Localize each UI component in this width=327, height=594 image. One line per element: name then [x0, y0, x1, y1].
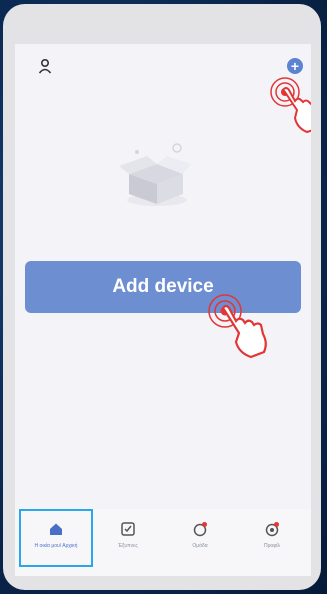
empty-box-illustration — [119, 143, 191, 206]
group-icon — [193, 522, 207, 537]
nav-label-group: Ομάδα — [192, 543, 208, 549]
person-icon[interactable] — [37, 58, 53, 74]
home-icon — [50, 523, 62, 535]
nav-label-home: Η οικία μου/ Αρχική — [34, 543, 78, 549]
phone-frame: + Add device Η οικία μου/ Αρχική Έξυπνες… — [3, 4, 321, 590]
app-screen: + Add device Η οικία μου/ Αρχική Έξυπνες… — [15, 44, 311, 576]
bottom-nav: Η οικία μου/ Αρχική Έξυπνες Ομάδα Προφίλ — [15, 509, 311, 576]
checklist-icon — [121, 522, 135, 536]
nav-item-group[interactable]: Ομάδα — [163, 509, 237, 567]
profile-icon — [265, 522, 279, 537]
nav-item-profile[interactable]: Προφίλ — [235, 509, 309, 567]
nav-item-home[interactable]: Η οικία μου/ Αρχική — [19, 509, 93, 567]
tap-hand-icon — [270, 77, 311, 134]
tap-hand-icon — [208, 294, 267, 359]
nav-label-profile: Προφίλ — [263, 543, 281, 549]
plus-circle-icon[interactable]: + — [287, 58, 303, 74]
nav-item-smart[interactable]: Έξυπνες — [91, 509, 165, 567]
nav-label-smart: Έξυπνες — [118, 543, 138, 549]
